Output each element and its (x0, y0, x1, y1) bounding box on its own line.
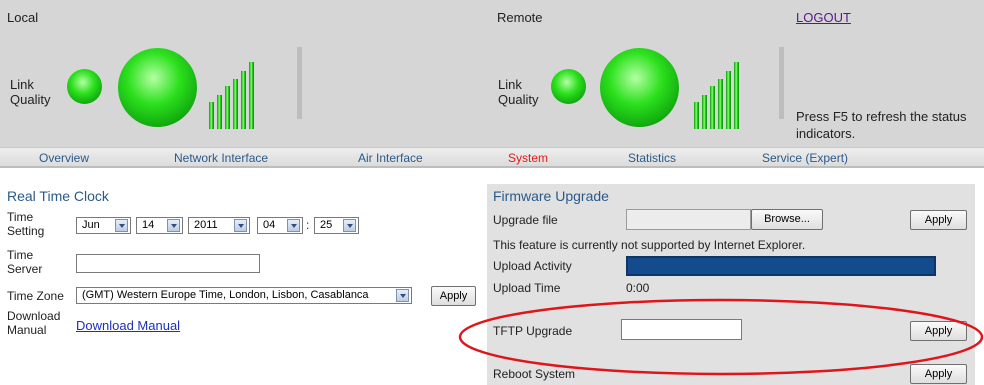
chevron-down-icon[interactable] (396, 289, 409, 302)
firmware-title: Firmware Upgrade (493, 188, 609, 204)
year-value: 2011 (194, 219, 218, 231)
signal-bar (710, 86, 715, 129)
day-select[interactable]: 14 (136, 217, 183, 234)
tab-overview[interactable]: Overview (39, 151, 89, 165)
download-manual-label: Download Manual (7, 309, 61, 337)
signal-bar (718, 79, 723, 129)
upload-time-label: Upload Time (493, 281, 561, 295)
signal-bar (217, 95, 222, 129)
upgrade-file-input[interactable] (626, 209, 751, 230)
upload-progress-fill (627, 257, 935, 275)
signal-bar (694, 102, 699, 129)
time-zone-select[interactable]: (GMT) Western Europe Time, London, Lisbo… (76, 287, 412, 304)
main-nav: Overview Network Interface Air Interface… (0, 148, 984, 168)
minute-select[interactable]: 25 (314, 217, 359, 234)
month-select[interactable]: Jun (76, 217, 131, 234)
hour-select[interactable]: 04 (257, 217, 303, 234)
signal-bar (225, 86, 230, 129)
highlight-ellipse (458, 298, 984, 376)
upgrade-apply-button[interactable]: Apply (910, 210, 967, 230)
signal-bar (249, 62, 254, 129)
upgrade-file-label: Upgrade file (493, 213, 558, 227)
signal-bar (702, 95, 707, 129)
signal-bar (233, 79, 238, 129)
logout-link[interactable]: LOGOUT (796, 10, 851, 25)
local-signal-bars (209, 57, 289, 129)
rtc-title: Real Time Clock (7, 188, 109, 204)
chevron-down-icon[interactable] (234, 219, 247, 232)
tab-air-interface[interactable]: Air Interface (358, 151, 423, 165)
highlight-ellipse-shape (458, 298, 984, 376)
local-link-quality-indicator-icon (118, 48, 197, 127)
local-title: Local (7, 10, 39, 25)
remote-small-indicator-icon (551, 69, 586, 104)
refresh-note: Press F5 to refresh the status indicator… (796, 109, 967, 141)
tab-network-interface[interactable]: Network Interface (174, 151, 268, 165)
download-manual-link[interactable]: Download Manual (76, 318, 180, 333)
day-value: 14 (142, 219, 155, 231)
chevron-down-icon[interactable] (287, 219, 300, 232)
chevron-down-icon[interactable] (167, 219, 180, 232)
hour-value: 04 (263, 219, 276, 231)
signal-bar (726, 71, 731, 129)
remote-title: Remote (497, 10, 543, 25)
remote-divider (779, 47, 784, 119)
chevron-down-icon[interactable] (115, 219, 128, 232)
signal-bar (209, 102, 214, 129)
tab-service-expert[interactable]: Service (Expert) (762, 151, 848, 165)
ie-not-supported-note: This feature is currently not supported … (493, 238, 806, 252)
upload-time-value: 0:00 (626, 281, 650, 295)
time-zone-label: Time Zone (7, 289, 64, 303)
year-select[interactable]: 2011 (188, 217, 250, 234)
status-area: Local Link Quality Remote LOGOUT Link Qu… (0, 0, 984, 148)
browse-button[interactable]: Browse... (751, 209, 823, 230)
time-server-label: Time Server (7, 248, 43, 276)
tab-statistics[interactable]: Statistics (628, 151, 676, 165)
time-setting-label: Time Setting (7, 210, 45, 238)
chevron-down-icon[interactable] (343, 219, 356, 232)
tab-system[interactable]: System (508, 151, 548, 165)
time-separator: : (306, 218, 310, 232)
signal-bar (734, 62, 739, 129)
remote-signal-bars (694, 57, 774, 129)
signal-bar (241, 71, 246, 129)
time-zone-value: (GMT) Western Europe Time, London, Lisbo… (82, 289, 369, 301)
minute-value: 25 (320, 219, 333, 231)
month-value: Jun (82, 219, 100, 231)
upload-activity-label: Upload Activity (493, 259, 572, 273)
local-divider (297, 47, 302, 119)
time-server-input[interactable] (76, 254, 260, 273)
local-link-quality-label: Link Quality (10, 77, 51, 107)
remote-link-quality-indicator-icon (600, 48, 679, 127)
local-small-indicator-icon (67, 69, 102, 104)
upload-progress-bar (626, 256, 936, 276)
remote-link-quality-label: Link Quality (498, 77, 539, 107)
